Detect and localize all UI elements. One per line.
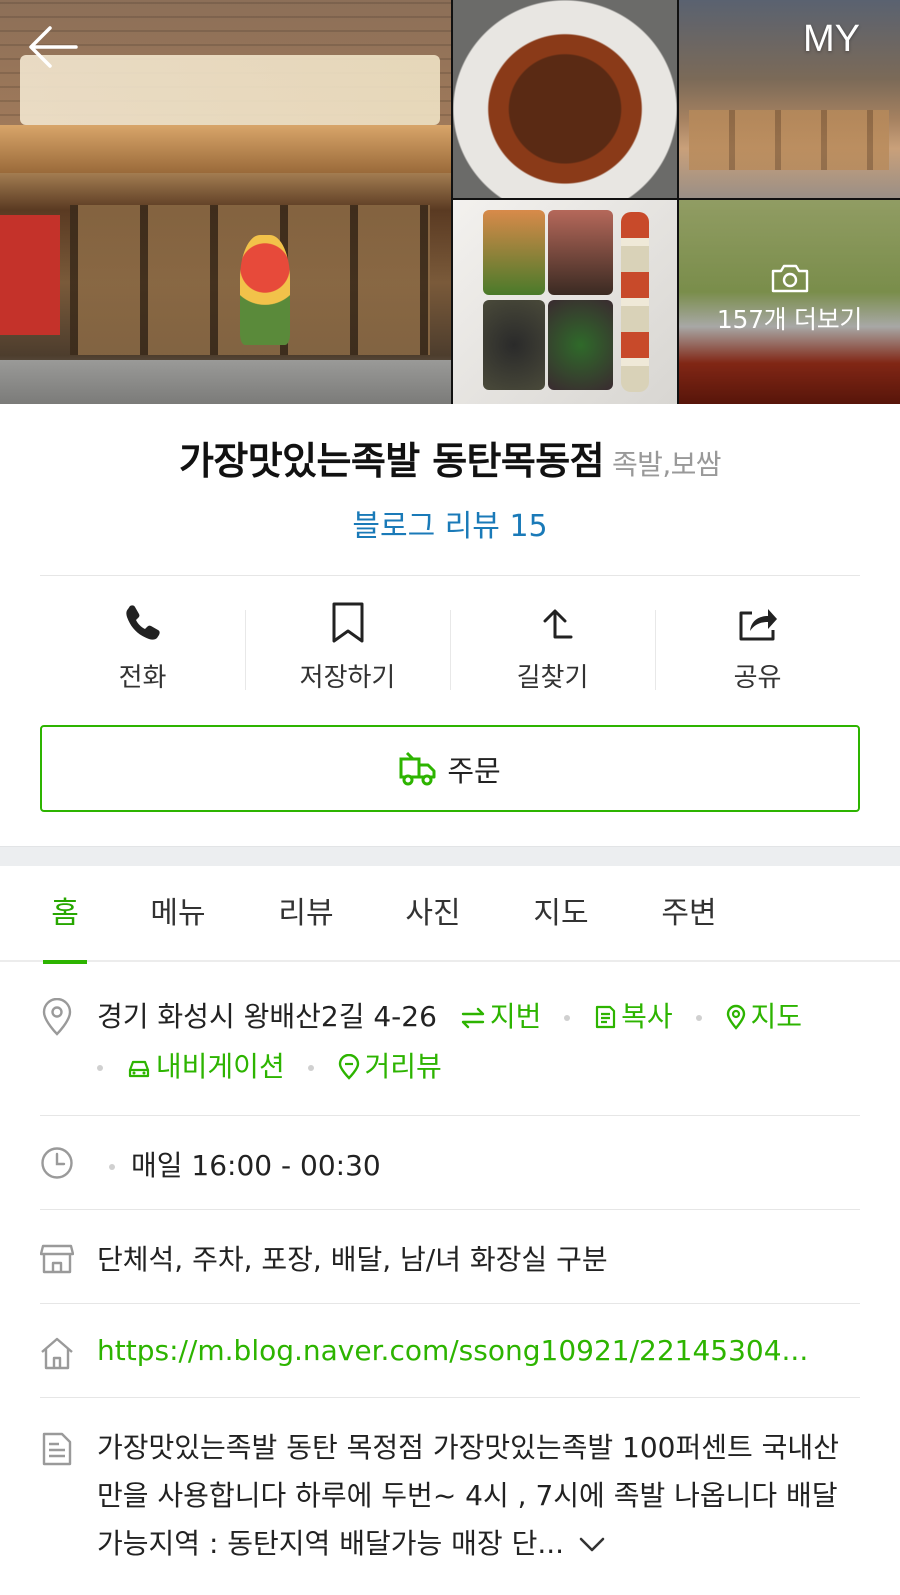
address-text: 경기 화성시 왕배산2길 4-26 (97, 1000, 437, 1033)
website-link[interactable]: https://m.blog.naver.com/ssong10921/2214… (97, 1334, 808, 1367)
tab-bar: 홈 메뉴 리뷰 사진 지도 주변 (0, 866, 900, 964)
tab-menu[interactable]: 메뉴 (147, 866, 209, 962)
store-icon (40, 1244, 74, 1274)
tab-home[interactable]: 홈 (43, 866, 87, 964)
tab-map[interactable]: 지도 (530, 866, 592, 962)
address-block: 경기 화성시 왕배산2길 4-26 지번 복사 지도 내비게이션 거리뷰 (97, 992, 877, 1092)
bookmark-icon (332, 602, 363, 643)
blog-review-link[interactable]: 블로그 리뷰 15 (0, 501, 900, 545)
description-text: 가장맛있는족발 동탄 목정점 가장맛있는족발 100퍼센트 국내산만을 사용합니… (97, 1431, 839, 1560)
back-arrow-icon[interactable] (26, 22, 80, 72)
order-label: 주문 (447, 753, 501, 788)
place-name: 가장맛있는족발 동탄목동점 (179, 439, 605, 483)
directions-icon (543, 609, 572, 639)
save-label: 저장하기 (299, 663, 396, 693)
chevron-down-icon[interactable] (578, 1536, 606, 1554)
share-button[interactable]: 공유 (655, 595, 860, 700)
delivery-truck-icon (399, 751, 436, 785)
map-link[interactable]: 지도 (716, 1000, 802, 1033)
order-button[interactable]: 주문 (40, 725, 860, 812)
location-pin-icon (42, 998, 72, 1036)
car-icon (128, 1060, 150, 1078)
share-label: 공유 (733, 663, 782, 693)
street-view-link[interactable]: 거리뷰 (328, 1050, 442, 1083)
lot-number-link[interactable]: 지번 (460, 1000, 550, 1033)
tab-photo[interactable]: 사진 (402, 866, 464, 962)
tab-review[interactable]: 리뷰 (275, 866, 337, 962)
divider (40, 1115, 860, 1116)
hours-text: 매일 16:00 - 00:30 (131, 1149, 381, 1182)
copy-icon (596, 1005, 616, 1029)
home-icon (41, 1337, 73, 1370)
navigation-link[interactable]: 내비게이션 (117, 1050, 294, 1083)
swap-arrows-icon (461, 1007, 485, 1029)
divider (40, 575, 860, 576)
hours-row[interactable]: 매일 16:00 - 00:30 (97, 1144, 381, 1184)
section-separator (0, 846, 900, 866)
map-pin-icon (726, 1004, 745, 1030)
place-category: 족발,보쌈 (612, 448, 722, 481)
divider (40, 1397, 860, 1398)
directions-button[interactable]: 길찾기 (450, 595, 655, 700)
call-button[interactable]: 전화 (40, 595, 245, 700)
copy-link[interactable]: 복사 (584, 1000, 681, 1033)
description-block: 가장맛있는족발 동탄 목정점 가장맛있는족발 100퍼센트 국내산만을 사용합니… (97, 1424, 857, 1568)
facilities-text: 단체석, 주차, 포장, 배달, 남/녀 화장실 구분 (97, 1243, 608, 1276)
tab-nearby[interactable]: 주변 (658, 866, 720, 962)
clock-icon (41, 1147, 73, 1179)
food-photo-platter[interactable] (453, 200, 677, 404)
description-icon (42, 1432, 72, 1466)
street-view-icon (338, 1053, 359, 1080)
call-label: 전화 (118, 663, 167, 693)
food-photo-spicy-jokbal[interactable] (453, 0, 677, 198)
more-photos-button[interactable]: 157개 더보기 (679, 200, 900, 404)
phone-icon (125, 605, 160, 640)
save-button[interactable]: 저장하기 (245, 595, 450, 700)
share-icon (739, 609, 777, 641)
photo-gallery[interactable]: 157개 더보기 (0, 0, 900, 404)
divider (40, 1209, 860, 1210)
camera-icon (771, 264, 808, 293)
place-header: 가장맛있는족발 동탄목동점 족발,보쌈 블로그 리뷰 15 (0, 430, 900, 545)
directions-label: 길찾기 (516, 663, 589, 693)
action-bar: 전화 저장하기 길찾기 공유 (40, 595, 860, 700)
interior-photo[interactable] (679, 0, 900, 198)
my-button[interactable]: MY (803, 18, 860, 61)
divider (40, 1303, 860, 1304)
more-photos-label: 157개 더보기 (716, 305, 863, 334)
